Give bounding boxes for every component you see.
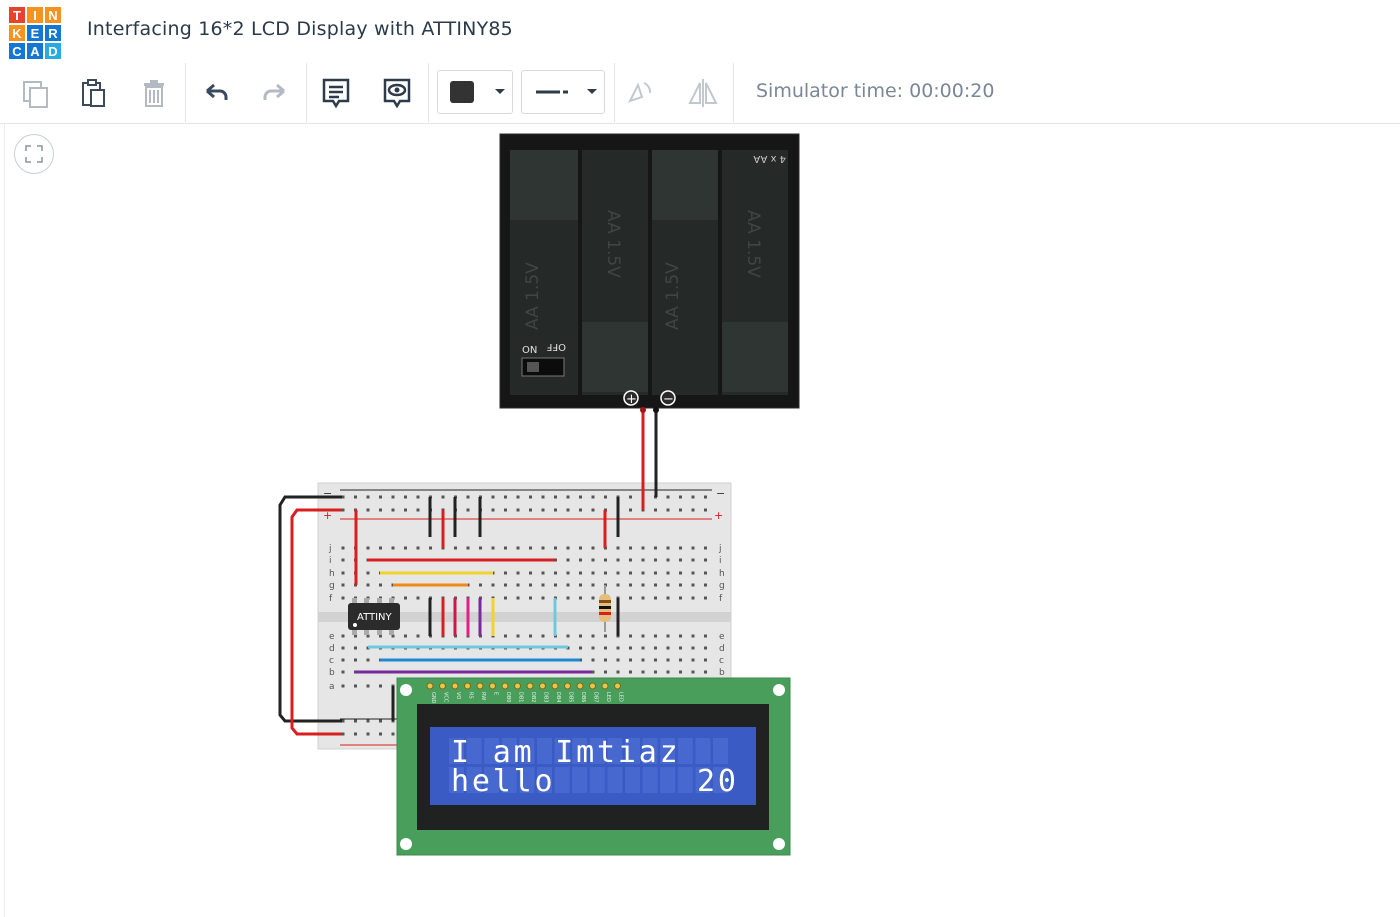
battery-minus-terminal: −	[663, 392, 674, 407]
lcd-pin-label: DB6	[580, 692, 586, 702]
row-label: e	[329, 632, 335, 642]
attiny-chip[interactable]: ATTINY	[348, 598, 400, 635]
switch-on-label: ON	[522, 345, 537, 356]
lcd-pin-label: LED	[618, 692, 624, 702]
rail-minus-label: −	[716, 487, 725, 500]
row-label: a	[329, 682, 335, 692]
battery-plus-terminal: +	[626, 392, 637, 407]
lcd-pin-label: RW	[480, 692, 486, 700]
lcd-module[interactable]: GND VCC VO RS RW E DB0 DB1 DB2 DB3 DB4 DB5 DB6 DB7 LED…	[396, 677, 791, 856]
circuit-canvas: AA 1.5V AA 1.5V AA 1.5V AA 1.5V 4 x AA O…	[278, 133, 800, 856]
lcd-pin-label: E	[493, 692, 499, 695]
row-label: g	[329, 581, 335, 591]
lcd-pin-label: DB2	[530, 692, 536, 702]
chip-label: ATTINY	[357, 612, 393, 623]
row-label: c	[719, 656, 724, 666]
row-label: h	[719, 569, 725, 579]
row-label: b	[329, 668, 335, 678]
row-label: h	[329, 569, 335, 579]
battery-pack[interactable]: AA 1.5V AA 1.5V AA 1.5V AA 1.5V 4 x AA O…	[499, 133, 800, 409]
row-label: c	[329, 656, 334, 666]
lcd-pin-label: VO	[455, 692, 461, 699]
row-label: d	[329, 644, 335, 654]
lcd-pin-label: LED	[605, 692, 611, 702]
lcd-pin-label: GND	[430, 692, 436, 704]
lcd-pin-label: DB4	[555, 692, 561, 702]
lcd-pin-label: DB1	[518, 692, 524, 702]
row-label: j	[328, 544, 332, 554]
lcd-line-2: hello	[451, 764, 555, 799]
lcd-pin-label: DB7	[593, 692, 599, 702]
lcd-pin-label: DB5	[568, 692, 574, 702]
lcd-line-2-value: 20	[697, 764, 739, 799]
row-label: d	[719, 644, 725, 654]
row-label: g	[719, 581, 725, 591]
row-label: i	[329, 556, 332, 566]
rail-plus-label: +	[714, 509, 723, 522]
lcd-pin-label: VCC	[443, 692, 449, 703]
lcd-pin-label: RS	[468, 692, 474, 699]
battery-cell-label: AA 1.5V	[523, 262, 543, 330]
battery-cell-label: AA 1.5V	[603, 210, 623, 278]
row-label: j	[718, 544, 722, 554]
row-label: e	[719, 632, 725, 642]
switch-off-label: OFF	[546, 341, 566, 352]
lcd-pin-label: DB0	[505, 692, 511, 702]
row-label: i	[719, 556, 722, 566]
row-label: b	[719, 668, 725, 678]
lcd-pin-label: DB3	[543, 692, 549, 702]
battery-cell-label: AA 1.5V	[743, 210, 763, 278]
battery-pack-label: 4 x AA	[753, 153, 786, 164]
battery-cell-label: AA 1.5V	[663, 262, 683, 330]
